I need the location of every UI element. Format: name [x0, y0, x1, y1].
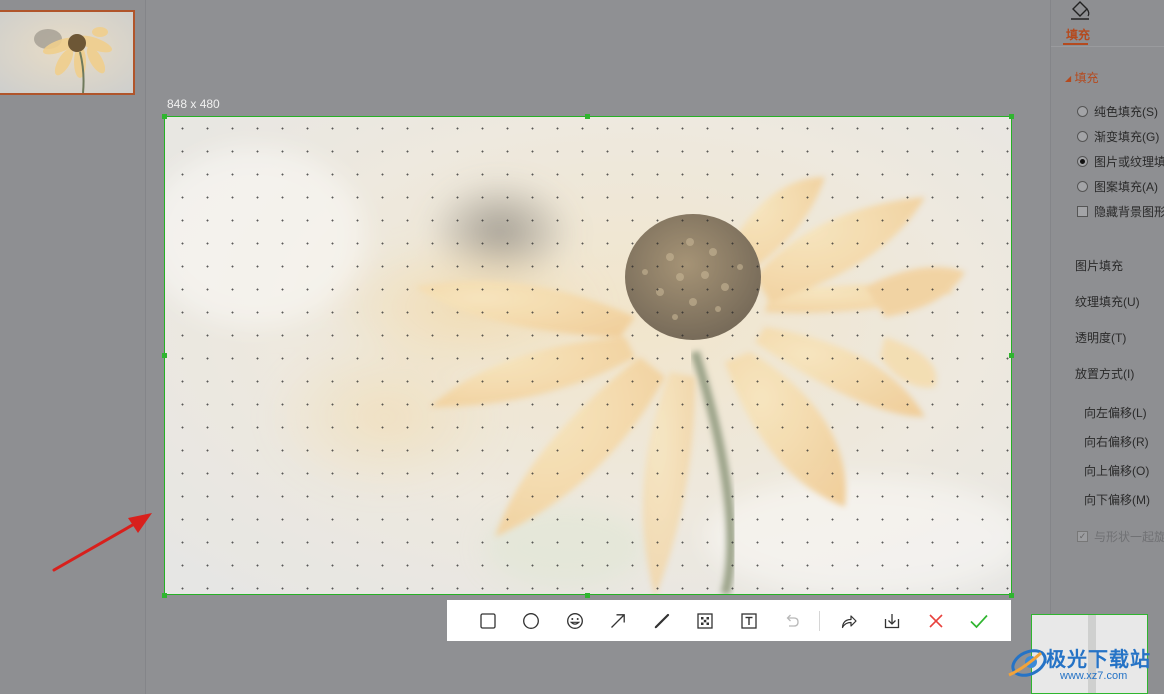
smiley-icon [566, 612, 583, 629]
fill-section-title: 填充 [1074, 71, 1099, 85]
transparency-label: 透明度(T) [1075, 331, 1127, 345]
fill-option-picture[interactable]: 图片或纹理填 [1077, 153, 1164, 170]
resize-handle-right[interactable] [1009, 353, 1014, 358]
watermark-brand: 极光下载站 [1046, 649, 1151, 671]
download-icon [884, 613, 900, 628]
thumbnail-image [0, 12, 133, 93]
fill-properties-panel: 填充 ◢ 填充 纯色填充(S) 渐变填充(G) 图片或纹理填 图案填充(A) 隐… [1050, 0, 1164, 694]
resize-handle-left[interactable] [162, 353, 167, 358]
watermark-url: www.xz7.com [1060, 670, 1128, 682]
check-icon [970, 614, 988, 628]
save-button[interactable] [878, 606, 907, 635]
arrow-icon [611, 613, 625, 628]
share-icon [841, 614, 857, 628]
rotate-with-shape-label: 与形状一起旋 [1094, 530, 1164, 544]
screenshot-toolbar [447, 600, 1011, 641]
undo-icon [786, 614, 799, 627]
offset-left-label: 向左偏移(L) [1084, 406, 1147, 420]
rotate-with-shape-option[interactable]: ✓ 与形状一起旋 [1077, 528, 1164, 545]
arrow-tool[interactable] [604, 606, 633, 635]
cancel-button[interactable] [921, 606, 950, 635]
alignment-grid [165, 117, 1011, 594]
brand-logo-icon [1008, 649, 1047, 677]
fill-option-pattern[interactable]: 图案填充(A) [1077, 178, 1158, 195]
fill-bucket-icon [1071, 1, 1090, 20]
fill-option-label: 图案填充(A) [1094, 180, 1158, 194]
confirm-button[interactable] [965, 606, 994, 635]
resize-handle-bottom-left[interactable] [162, 593, 167, 598]
fill-section-header[interactable]: ◢ 填充 [1065, 69, 1099, 86]
fill-option-solid[interactable]: 纯色填充(S) [1077, 103, 1158, 120]
annotation-arrow [52, 513, 152, 572]
hide-background-label: 隐藏背景图形 [1094, 205, 1164, 219]
texture-fill-label: 纹理填充(U) [1075, 295, 1140, 309]
mosaic-tool[interactable] [691, 606, 720, 635]
text-icon [740, 612, 757, 629]
pen-icon [654, 613, 669, 628]
close-icon [928, 613, 943, 628]
fill-option-gradient[interactable]: 渐变填充(G) [1077, 128, 1159, 145]
resize-handle-top[interactable] [585, 114, 590, 119]
slide-thumbnail-panel [0, 0, 146, 694]
fill-option-label: 纯色填充(S) [1094, 105, 1158, 119]
image-selection[interactable] [164, 116, 1012, 595]
pen-tool[interactable] [647, 606, 676, 635]
circle-icon [523, 612, 539, 629]
fill-option-label: 渐变填充(G) [1094, 130, 1160, 144]
fill-option-label: 图片或纹理填 [1094, 155, 1164, 169]
image-size-label: 848 x 480 [167, 97, 220, 111]
offset-down-label: 向下偏移(M) [1084, 493, 1150, 507]
rotate-with-shape-checkbox[interactable]: ✓ [1077, 531, 1088, 542]
undo-button[interactable] [778, 606, 807, 635]
picture-fill-label: 图片填充 [1075, 259, 1124, 273]
radio-pattern[interactable] [1077, 181, 1088, 192]
collapse-triangle-icon: ◢ [1065, 74, 1072, 83]
toolbar-separator [819, 610, 820, 631]
radio-picture[interactable] [1077, 156, 1088, 167]
resize-handle-bottom[interactable] [585, 593, 590, 598]
resize-handle-top-right[interactable] [1009, 114, 1014, 119]
radio-solid[interactable] [1077, 106, 1088, 117]
emoji-tool[interactable] [560, 606, 589, 635]
offset-up-label: 向上偏移(O) [1084, 464, 1150, 478]
slide-thumbnail[interactable] [0, 10, 135, 95]
tab-fill[interactable]: 填充 [1066, 26, 1090, 43]
text-tool[interactable] [734, 606, 763, 635]
resize-handle-bottom-right[interactable] [1009, 593, 1014, 598]
resize-handle-top-left[interactable] [162, 114, 167, 119]
ellipse-tool[interactable] [517, 606, 546, 635]
placement-label: 放置方式(I) [1075, 367, 1135, 381]
hide-background-option[interactable]: 隐藏背景图形 [1077, 203, 1164, 220]
tab-divider [1051, 46, 1164, 47]
hide-background-checkbox[interactable] [1077, 206, 1088, 217]
offset-right-label: 向右偏移(R) [1084, 435, 1149, 449]
radio-gradient[interactable] [1077, 131, 1088, 142]
tab-active-indicator [1063, 43, 1088, 45]
square-icon [479, 612, 496, 629]
share-button[interactable] [834, 606, 863, 635]
rectangle-tool[interactable] [473, 606, 502, 635]
mosaic-icon [697, 612, 713, 629]
